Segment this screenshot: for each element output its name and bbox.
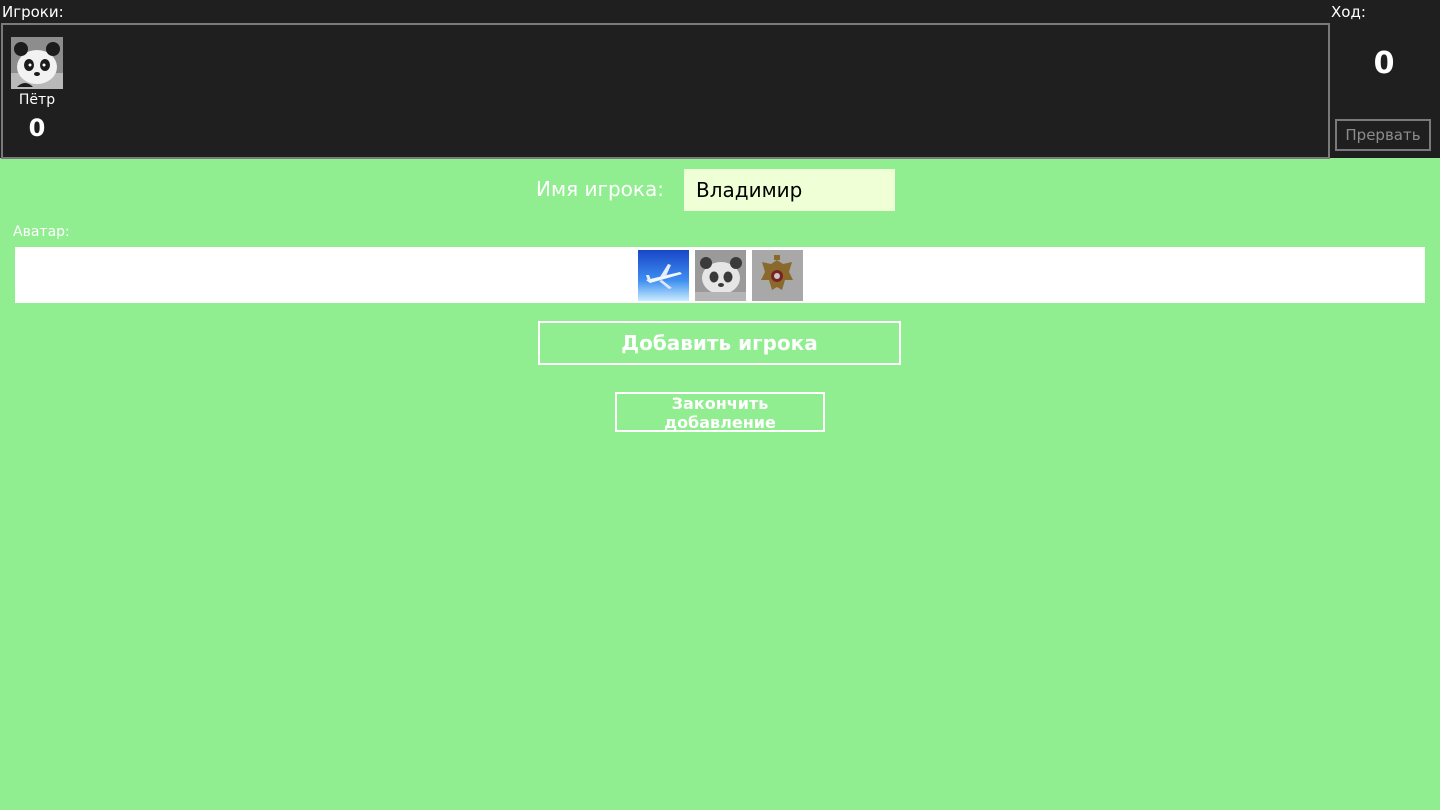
players-label: Игроки: <box>2 3 64 21</box>
player-score: 0 <box>28 114 46 142</box>
finish-adding-button[interactable]: Закончить добавление <box>615 392 825 432</box>
panda-icon[interactable] <box>694 249 746 301</box>
turn-label: Ход: <box>1331 3 1366 21</box>
add-player-button[interactable]: Добавить игрока <box>538 321 901 365</box>
panda-icon <box>11 37 63 89</box>
player-name: Пётр <box>18 92 56 108</box>
avatar-picker <box>15 247 1425 303</box>
player-name-label: Имя игрока: <box>536 177 664 201</box>
coat-of-arms-icon[interactable] <box>751 249 803 301</box>
players-panel: Пётр 0 <box>1 23 1330 159</box>
avatar-label: Аватар: <box>13 224 70 240</box>
player-name-input[interactable] <box>684 169 895 211</box>
turn-counter: 0 <box>1373 46 1395 81</box>
top-bar: Игроки: Пётр 0 Ход: 0 Прервать <box>0 0 1440 159</box>
player-card[interactable]: Пётр 0 <box>11 37 63 142</box>
airplane-icon[interactable] <box>637 249 689 301</box>
abort-button[interactable]: Прервать <box>1335 119 1431 151</box>
